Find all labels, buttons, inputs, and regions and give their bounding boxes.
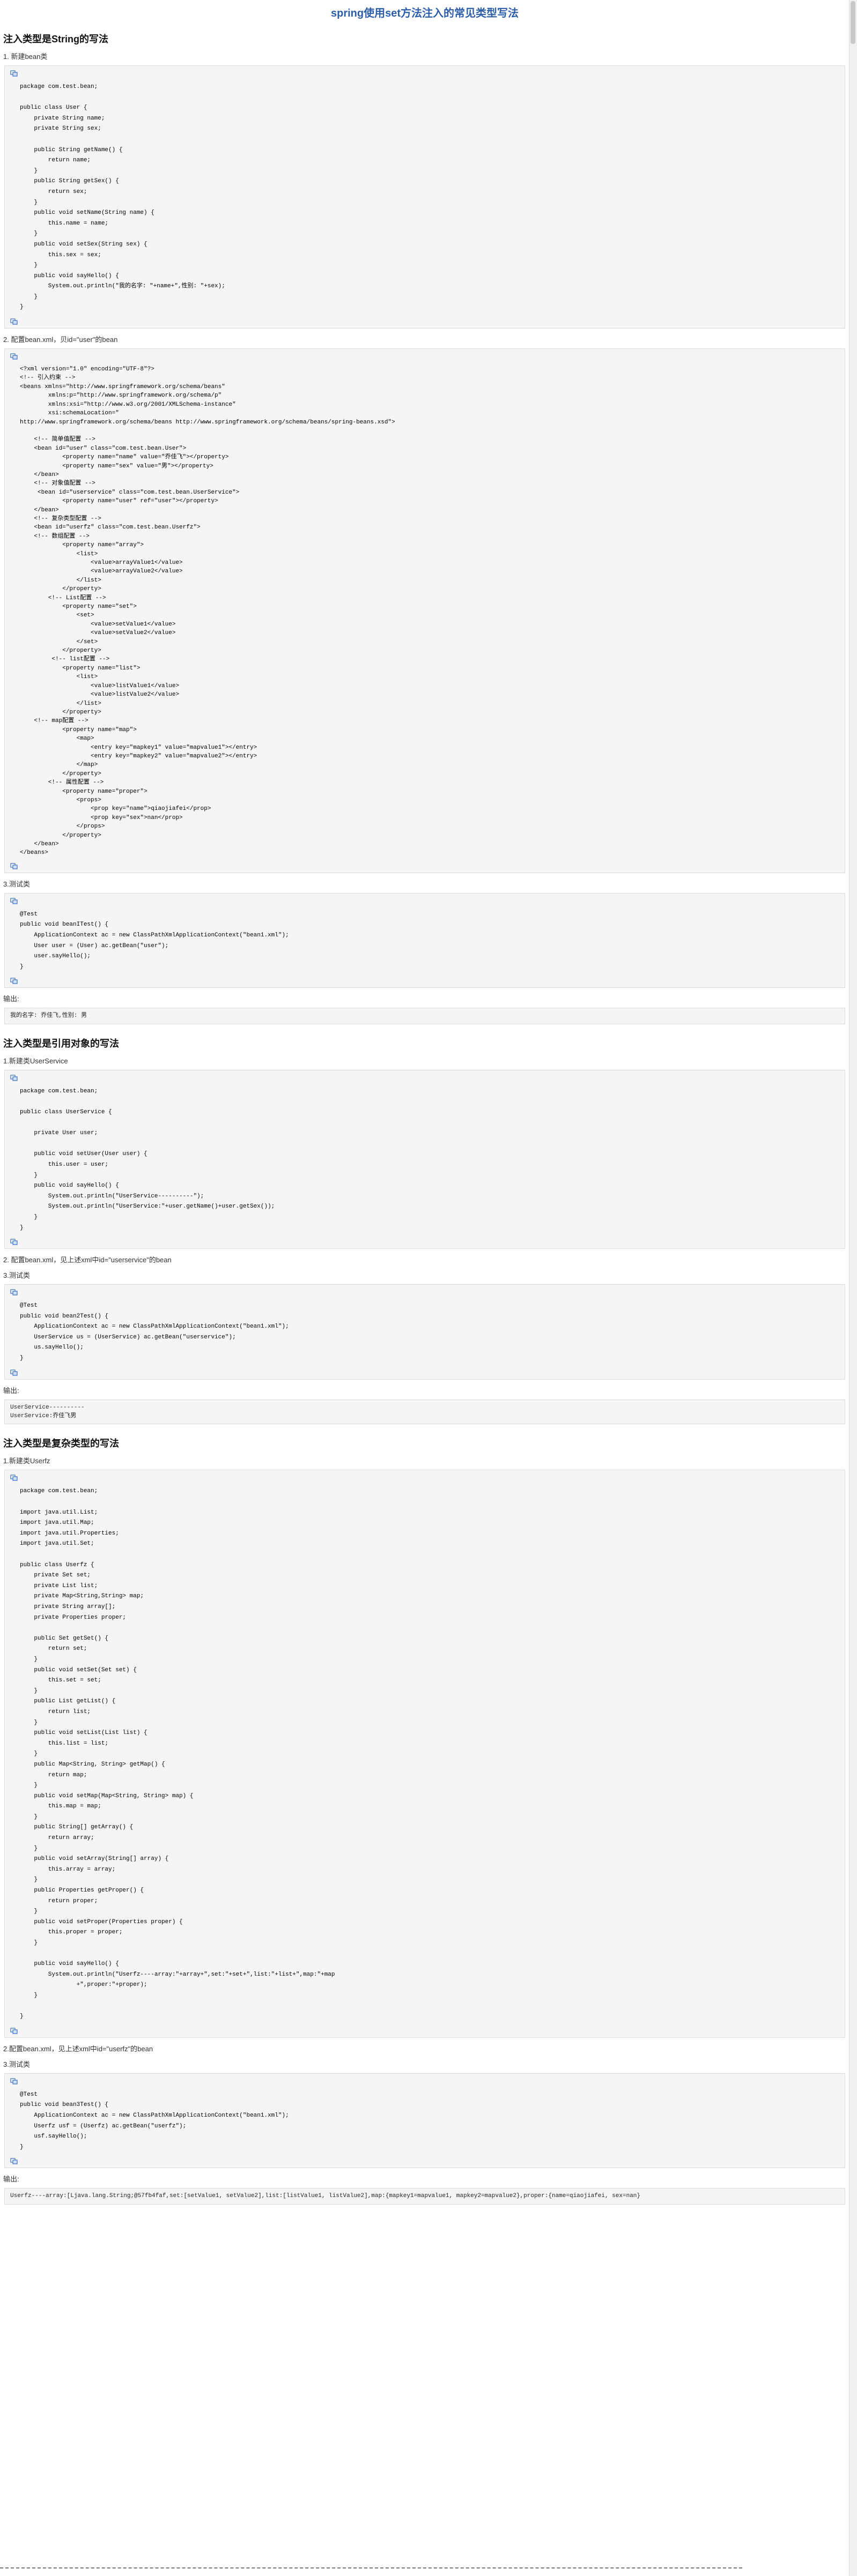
copy-code-icon[interactable] — [10, 2078, 18, 2084]
output-text: Userfz----array:[Ljava.lang.String;@57fb… — [10, 2193, 640, 2200]
copy-code-icon[interactable] — [10, 1369, 18, 1376]
copy-code-icon[interactable] — [10, 863, 18, 869]
step-label: 3.测试类 — [3, 1271, 30, 1280]
code-block-userfz: package com.test.bean; import java.util.… — [4, 1470, 845, 2038]
output-label: 输出: — [3, 2175, 19, 2184]
section-heading-string: 注入类型是String的写法 — [3, 34, 108, 44]
page-title: spring使用set方法注入的常见类型写法 — [330, 8, 519, 19]
step-label: 2. 配置bean.xml，见上述xml中id="userservice"的be… — [3, 1256, 172, 1264]
copy-code-icon[interactable] — [10, 2158, 18, 2164]
code-block-test2: @Test public void bean2Test() { Applicat… — [4, 1284, 845, 1380]
output-label: 输出: — [3, 1386, 19, 1395]
step-label: 3.测试类 — [3, 880, 30, 888]
code-text: <?xml version="1.0" encoding="UTF-8"?> <… — [20, 366, 395, 857]
code-text: package com.test.bean; public class User… — [20, 1088, 275, 1231]
copy-code-icon[interactable] — [10, 1289, 18, 1296]
output-block: Userfz----array:[Ljava.lang.String;@57fb… — [4, 2188, 845, 2205]
copy-code-icon[interactable] — [10, 318, 18, 325]
copy-code-icon[interactable] — [10, 1239, 18, 1245]
section-heading-reference: 注入类型是引用对象的写法 — [3, 1038, 119, 1049]
code-text: @Test public void beanITest() { Applicat… — [20, 911, 289, 970]
vertical-scrollbar[interactable] — [849, 0, 857, 2576]
copy-code-icon[interactable] — [10, 2028, 18, 2034]
code-block-userservice: package com.test.bean; public class User… — [4, 1069, 845, 1249]
code-text: @Test public void bean3Test() { Applicat… — [20, 2091, 289, 2150]
output-text: 我的名字: 乔佳飞,性别: 男 — [10, 1012, 87, 1019]
code-block-user-class: package com.test.bean; public class User… — [4, 65, 845, 329]
copy-code-icon[interactable] — [10, 1075, 18, 1081]
code-text: @Test public void bean2Test() { Applicat… — [20, 1302, 289, 1362]
copy-code-icon[interactable] — [10, 898, 18, 904]
code-block-test3: @Test public void bean3Test() { Applicat… — [4, 2073, 845, 2169]
copy-code-icon[interactable] — [10, 1475, 18, 1481]
step-label: 1.新建类Userfz — [3, 1457, 50, 1465]
output-label: 输出: — [3, 995, 19, 1003]
scrollbar-thumb[interactable] — [851, 1, 855, 44]
article: spring使用set方法注入的常见类型写法 注入类型是String的写法 1.… — [0, 0, 849, 2208]
output-block: UserService---------- UserService:乔佳飞男 — [4, 1399, 845, 1425]
code-text: package com.test.bean; import java.util.… — [20, 1488, 335, 2020]
code-block-test1: @Test public void beanITest() { Applicat… — [4, 892, 845, 988]
step-label: 2.配置bean.xml，见上述xml中id="userfz"的bean — [3, 2044, 153, 2053]
output-block: 我的名字: 乔佳飞,性别: 男 — [4, 1008, 845, 1024]
section-heading-complex: 注入类型是复杂类型的写法 — [3, 1438, 119, 1449]
copy-code-icon[interactable] — [10, 353, 18, 360]
step-label: 3.测试类 — [3, 2060, 30, 2068]
copy-code-icon[interactable] — [10, 70, 18, 77]
step-label: 1. 新建bean类 — [3, 53, 48, 61]
copy-code-icon[interactable] — [10, 978, 18, 984]
page-break-divider — [0, 2567, 742, 2568]
code-text: package com.test.bean; public class User… — [20, 84, 225, 311]
step-label: 1.新建类UserService — [3, 1056, 68, 1065]
code-block-bean-xml: <?xml version="1.0" encoding="UTF-8"?> <… — [4, 348, 845, 873]
output-text: UserService---------- UserService:乔佳飞男 — [10, 1404, 85, 1420]
step-label: 2. 配置bean.xml，贝id="user"的bean — [3, 336, 118, 344]
